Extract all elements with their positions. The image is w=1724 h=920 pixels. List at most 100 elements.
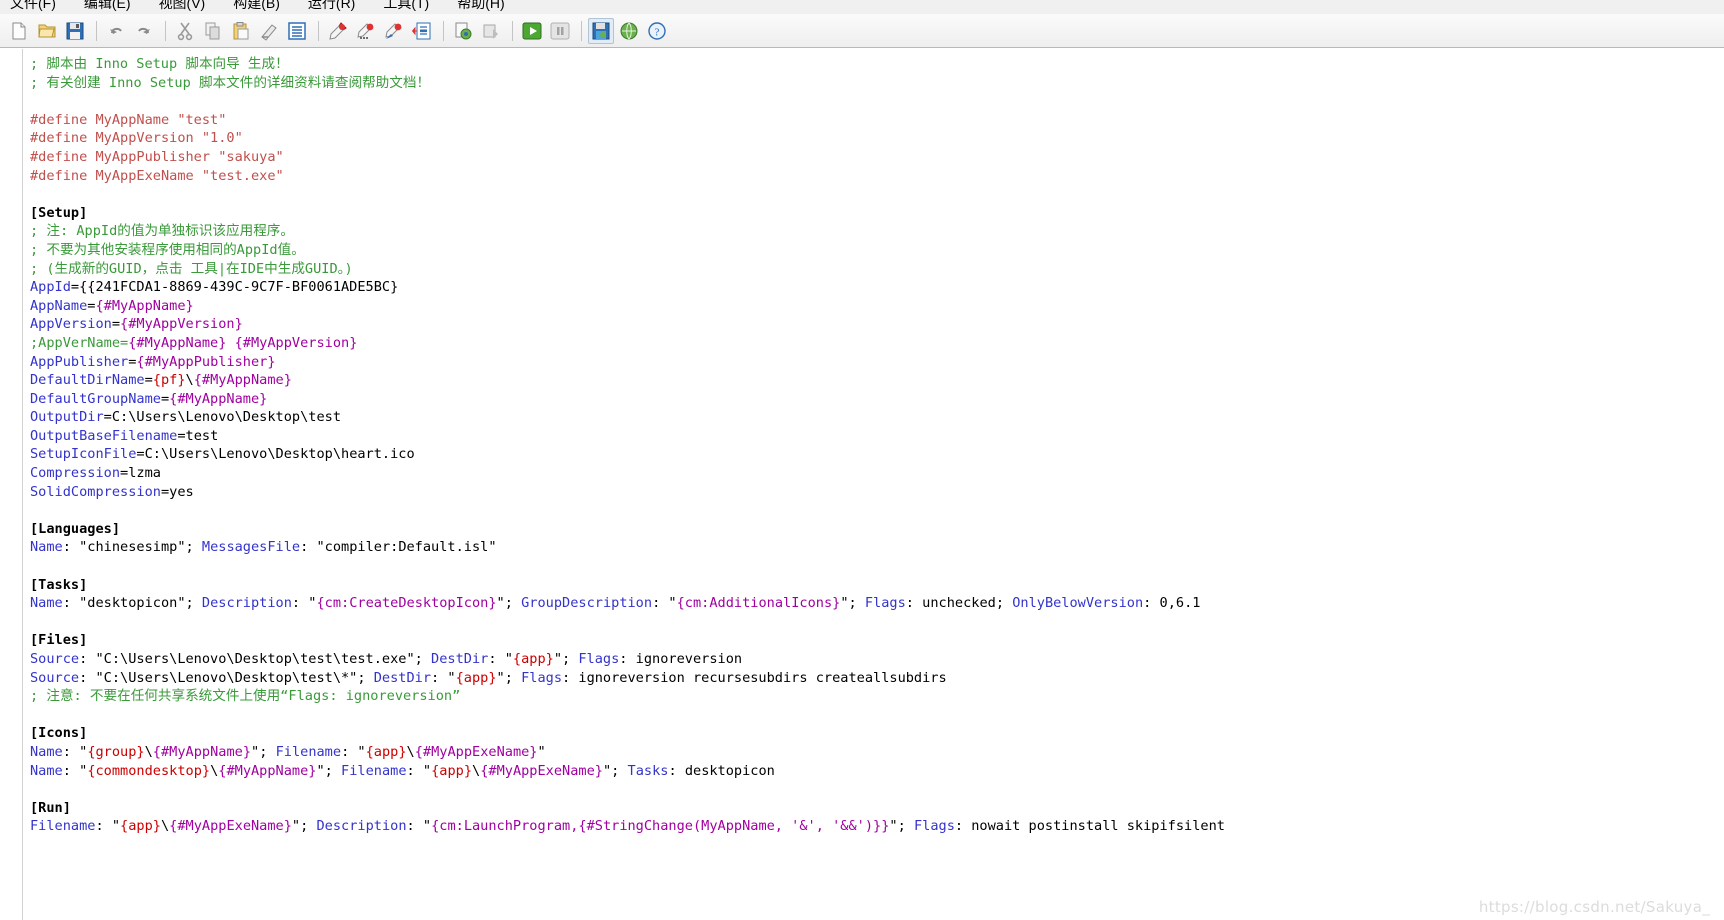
- undo-icon[interactable]: [103, 18, 129, 44]
- code-token-plain: ";: [496, 669, 522, 686]
- code-token-plain: ";: [316, 762, 342, 779]
- watermark: https://blog.csdn.net/Sakuya_: [1478, 898, 1710, 916]
- code-token-plain: \: [160, 818, 170, 835]
- code-token-key: Description: [316, 818, 407, 835]
- code-editor[interactable]: ; 脚本由 Inno Setup 脚本向导 生成！ ; 有关创建 Inno Set…: [0, 48, 1724, 920]
- code-token-plain: ": [537, 743, 546, 760]
- code-token-plain: : nowait postinstall skipifsilent: [954, 818, 1225, 835]
- code-token-comment: ;AppVerName=: [30, 334, 129, 351]
- code-line: #define MyAppPublisher "sakuya": [30, 148, 1724, 167]
- code-line: Compression=lzma: [30, 464, 1724, 483]
- code-token-plain: : ": [431, 669, 456, 686]
- code-token-plain: ";: [889, 818, 914, 835]
- code-token-plain: : "C:\Users\Lenovo\Desktop\test\test.exe…: [79, 651, 432, 667]
- code-token-key: DestDir: [431, 651, 489, 667]
- code-token-key: Filename: [30, 818, 96, 835]
- find-next-icon[interactable]: [353, 18, 379, 44]
- run-icon[interactable]: [519, 18, 545, 44]
- code-token-const: {#MyAppName}: [218, 762, 317, 779]
- toolbar-separator: [443, 20, 444, 41]
- code-token-key: DefaultDirName: [30, 372, 145, 389]
- code-token-const: {cm:AdditionalIcons}: [676, 595, 841, 612]
- code-token-key: Compression: [30, 465, 121, 482]
- code-token-plain: ";: [251, 743, 276, 760]
- code-line: DefaultGroupName={#MyAppName}: [30, 390, 1724, 409]
- target-setup-icon[interactable]: [588, 17, 614, 44]
- code-token-const: {#MyAppVersion}: [120, 316, 243, 333]
- pause-icon[interactable]: [547, 18, 573, 44]
- script-source[interactable]: ; 脚本由 Inno Setup 脚本向导 生成！ ; 有关创建 Inno Set…: [30, 55, 1724, 920]
- redo-icon[interactable]: [131, 18, 157, 44]
- menu-item-run[interactable]: 运行(R): [308, 0, 355, 10]
- code-token-plain: : ignoreversion: [619, 651, 743, 667]
- code-line: SolidCompression=yes: [30, 483, 1724, 502]
- code-token-dir: {group}: [87, 743, 145, 760]
- code-token-key: Tasks: [627, 762, 669, 779]
- code-line: ; 注意: 不要在任何共享系统文件上使用“Flags: ignoreversio…: [30, 687, 1724, 706]
- code-line: [Icons]: [30, 724, 1724, 743]
- stop-compile-icon[interactable]: [478, 18, 504, 44]
- menu-bar: 文件(F) 编辑(E) 视图(V) 构建(B) 运行(R) 工具(T) 帮助(H): [0, 0, 1724, 14]
- cut-icon[interactable]: [172, 18, 198, 44]
- code-line: #define MyAppExeName "test.exe": [30, 167, 1724, 186]
- code-token-const: {#MyAppExeName}: [480, 762, 603, 779]
- new-file-icon[interactable]: [6, 18, 32, 44]
- goto-line-icon[interactable]: [409, 18, 435, 44]
- code-token-const: {#MyAppName}: [193, 372, 292, 389]
- paste-icon[interactable]: [228, 18, 254, 44]
- code-line: Name: "chinesesimp"; MessagesFile: "comp…: [30, 538, 1724, 557]
- code-token-plain: =: [160, 390, 170, 407]
- code-token-plain: : ": [95, 818, 121, 835]
- code-token-define: #define MyAppPublisher "sakuya": [30, 148, 284, 165]
- code-token-plain: ";: [553, 651, 579, 667]
- menu-item-edit[interactable]: 编辑(E): [84, 0, 131, 10]
- code-line: ; 不要为其他安装程序使用相同的AppId值。: [30, 241, 1724, 260]
- open-folder-icon[interactable]: [34, 18, 60, 44]
- code-line: ; 注: AppId的值为单独标识该应用程序。: [30, 222, 1724, 241]
- code-token-comment: [226, 335, 234, 351]
- code-line: #define MyAppName "test": [30, 111, 1724, 130]
- code-token-plain: : "compiler:Default.isl": [300, 539, 497, 556]
- erase-icon[interactable]: [256, 18, 282, 44]
- menu-item-build[interactable]: 构建(B): [233, 0, 280, 10]
- menu-item-file[interactable]: 文件(F): [10, 0, 56, 10]
- compile-icon[interactable]: [450, 18, 476, 44]
- code-token-plain: =C:\Users\Lenovo\Desktop\test: [103, 409, 342, 426]
- find-icon[interactable]: [325, 18, 351, 44]
- select-all-icon[interactable]: [284, 18, 310, 44]
- code-line: SetupIconFile=C:\Users\Lenovo\Desktop\he…: [30, 445, 1724, 464]
- code-token-plain: =: [111, 316, 121, 333]
- web-help-icon[interactable]: [616, 18, 642, 44]
- code-token-key: OutputBaseFilename: [30, 427, 178, 444]
- code-token-plain: : ignoreversion recursesubdirs createall…: [562, 669, 947, 686]
- code-token-plain: ";: [291, 818, 317, 835]
- code-line: AppPublisher={#MyAppPublisher}: [30, 353, 1724, 372]
- copy-icon[interactable]: [200, 18, 226, 44]
- code-token-const: {#MyAppExeName}: [414, 743, 538, 760]
- code-token-define: #define MyAppExeName "test.exe": [30, 167, 284, 184]
- code-line: [Languages]: [30, 520, 1724, 539]
- menu-item-view[interactable]: 视图(V): [159, 0, 206, 10]
- code-token-const: {#MyAppName}: [169, 390, 268, 407]
- code-line: DefaultDirName={pf}\{#MyAppName}: [30, 371, 1724, 390]
- save-icon[interactable]: [62, 18, 88, 44]
- code-line: ;AppVerName={#MyAppName} {#MyAppVersion}: [30, 334, 1724, 353]
- menu-item-tools[interactable]: 工具(T): [383, 0, 429, 10]
- code-line: AppId={{241FCDA1-8869-439C-9C7F-BF0061AD…: [30, 278, 1724, 297]
- code-token-plain: : ": [62, 762, 88, 779]
- code-token-key: AppVersion: [30, 316, 112, 333]
- code-token-plain: ";: [602, 762, 628, 779]
- code-token-key: MessagesFile: [201, 539, 301, 556]
- code-token-key: SetupIconFile: [30, 446, 137, 463]
- replace-icon[interactable]: [381, 18, 407, 44]
- code-token-const: {cm:CreateDesktopIcon}: [316, 595, 497, 612]
- help-about-icon[interactable]: ?: [644, 18, 670, 44]
- code-line: Name: "desktopicon"; Description: "{cm:C…: [30, 594, 1724, 613]
- code-token-key: Name: [30, 539, 63, 556]
- menu-item-help[interactable]: 帮助(H): [457, 0, 504, 10]
- code-token-comment: ; 注: AppId的值为单独标识该应用程序。: [30, 223, 294, 240]
